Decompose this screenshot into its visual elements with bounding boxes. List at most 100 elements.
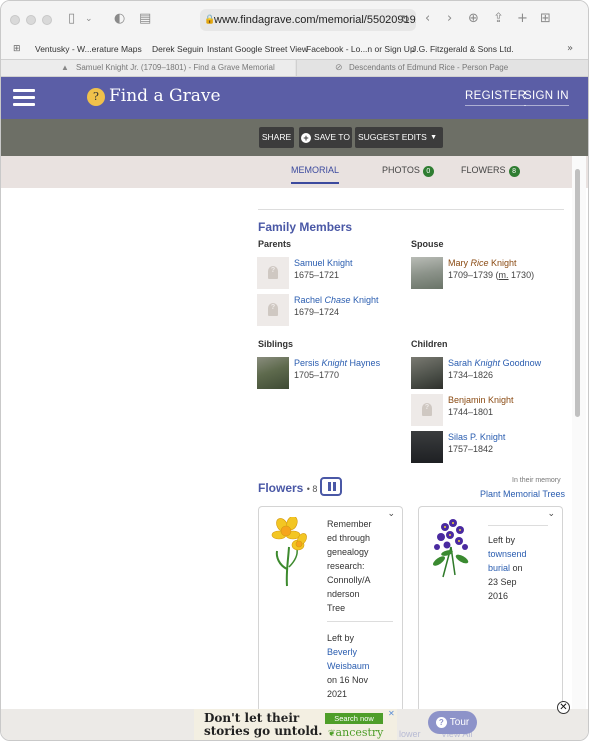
person-dates: 1679–1724	[294, 307, 340, 317]
reload-icon[interactable]: ↻	[401, 9, 410, 31]
bookmark-item[interactable]: Facebook - Lo...n or Sign Up	[306, 39, 415, 59]
person-dates: 1709–1739 (m. 1730)	[448, 270, 535, 280]
tab-flowers-label: FLOWERS	[461, 165, 506, 175]
memorial-action-bar: SHARE + SAVE TO SUGGEST EDITS ▼	[1, 119, 588, 156]
spouse-label: Spouse	[411, 239, 444, 249]
bookmark-item[interactable]: Ventusky - W...erature Maps	[35, 39, 142, 59]
tab-findagrave[interactable]: ▲ Samuel Knight Jr. (1709–1801) - Find a…	[1, 60, 295, 76]
bookmark-item[interactable]: J.G. Fitzgerald & Sons Ltd.	[412, 39, 514, 59]
children-label: Children	[411, 339, 448, 349]
bookmark-item[interactable]: Derek Seguin	[152, 39, 204, 59]
address-bar[interactable]: 🔒 www.findagrave.com/memorial/55020919/s…	[200, 9, 416, 31]
menu-icon[interactable]	[13, 89, 35, 107]
placeholder-photo-icon: ?	[411, 394, 443, 426]
tab-memorial[interactable]: MEMORIAL	[291, 165, 340, 184]
person-name[interactable]: Sarah Knight Goodnow	[448, 357, 541, 369]
favicon-icon: ▲	[61, 63, 69, 72]
flowers-title: Flowers • 8	[258, 481, 318, 495]
register-link[interactable]: REGISTER	[465, 90, 527, 106]
flowers-count: • 8	[306, 484, 318, 494]
flower-author-link[interactable]: Beverly	[327, 645, 401, 659]
caret-down-icon: ▼	[430, 134, 437, 141]
bookmark-item[interactable]: Instant Google Street View	[207, 39, 308, 59]
person-name[interactable]: Mary Rice Knight	[448, 257, 517, 269]
grave-photo	[257, 357, 289, 389]
save-to-button[interactable]: + SAVE TO	[299, 127, 352, 148]
privacy-shield-icon[interactable]: ◐	[114, 10, 125, 28]
person-name[interactable]: Benjamin Knight	[448, 394, 514, 406]
tab-title: Samuel Knight Jr. (1709–1801) - Find a G…	[76, 63, 275, 72]
browser-window: ▯ ⌄ ◐ ▤ 🔒 www.findagrave.com/memorial/55…	[0, 0, 589, 741]
grave-photo	[411, 431, 443, 463]
tab-photos-label: PHOTOS	[382, 165, 420, 175]
flower-message: Remember ed through genealogy research: …	[327, 519, 372, 613]
browser-toolbar: ▯ ⌄ ◐ ▤ 🔒 www.findagrave.com/memorial/55…	[1, 1, 588, 39]
scrollbar-thumb[interactable]	[575, 169, 580, 417]
forward-icon[interactable]: ›	[447, 10, 452, 28]
card-divider	[327, 621, 393, 622]
logo-text: Find a Grave	[109, 86, 221, 106]
person-name[interactable]: Rachel Chase Knight	[294, 294, 379, 306]
plant-trees-link[interactable]: Plant Memorial Trees	[480, 489, 565, 499]
memory-note: In their memory	[512, 477, 561, 484]
person-name[interactable]: Silas P. Knight	[448, 431, 505, 443]
tab-overview-icon[interactable]: ⊞	[540, 10, 551, 28]
siblings-label: Siblings	[258, 339, 294, 349]
suggest-edits-label: SUGGEST EDITS	[358, 132, 427, 142]
ad-headline: Don't let their stories go untold.	[204, 711, 323, 738]
grave-photo	[411, 357, 443, 389]
ad-close-icon[interactable]: ✕	[388, 709, 395, 718]
close-ad-button[interactable]: ✕	[557, 701, 570, 714]
new-tab-icon[interactable]: +	[517, 10, 528, 28]
sign-in-link[interactable]: SIGN IN	[524, 90, 569, 106]
back-icon[interactable]: ‹	[425, 10, 430, 28]
leaf-icon: ❦	[328, 729, 336, 739]
family-members-title: Family Members	[258, 220, 353, 234]
tab-edmund-rice[interactable]: ⊘ Descendants of Edmund Rice - Person Pa…	[296, 60, 588, 76]
section-divider	[258, 209, 564, 210]
flower-author-link[interactable]: Weisbaum	[327, 659, 401, 673]
tab-flowers[interactable]: FLOWERS 8	[461, 165, 520, 177]
grid-icon[interactable]: ⊞	[13, 39, 21, 59]
tab-photos[interactable]: PHOTOS 0	[382, 165, 434, 177]
person-dates: 1705–1770	[294, 370, 340, 380]
flower-attribution: Left by Beverly Weisbaum on 16 Nov 2021	[327, 631, 401, 701]
person-name[interactable]: Samuel Knight	[294, 257, 353, 269]
chevron-down-icon[interactable]: ⌄	[85, 10, 93, 28]
tour-button[interactable]: ? Tour	[428, 711, 477, 734]
flower-author-link[interactable]: burial	[488, 563, 510, 573]
violet-bouquet-icon	[433, 519, 469, 578]
more-bookmarks-icon[interactable]: »	[567, 39, 573, 59]
minimize-window-button[interactable]	[26, 15, 36, 25]
chevron-down-icon[interactable]: ⌄	[547, 509, 555, 519]
person-dates: 1675–1721	[294, 270, 340, 280]
card-divider	[488, 525, 548, 526]
faded-text: lower	[399, 729, 421, 739]
grave-photo	[411, 257, 443, 289]
share-button[interactable]: SHARE	[259, 127, 294, 148]
flower-card: ⌄ Left by townsend burial on 23 Sep 2016	[418, 506, 563, 709]
site-header: ? Find a Grave REGISTER SIGN IN	[1, 77, 588, 119]
share-icon[interactable]: ⇪	[493, 10, 504, 28]
close-window-button[interactable]	[10, 15, 20, 25]
reader-icon[interactable]: ▤	[139, 10, 151, 28]
zoom-window-button[interactable]	[42, 15, 52, 25]
bookmarks-bar: ⊞ Ventusky - W...erature Maps Derek Segu…	[1, 39, 588, 59]
flower-card: ⌄ Remember ed through genealogy research…	[258, 506, 403, 709]
placeholder-photo-icon: ?	[257, 257, 289, 289]
ad-search-now-button[interactable]: Search now	[325, 713, 383, 724]
browser-tab-bar: ▲ Samuel Knight Jr. (1709–1801) - Find a…	[1, 59, 588, 77]
flower-author-link[interactable]: townsend	[488, 547, 562, 561]
person-name[interactable]: Persis Knight Haynes	[294, 357, 380, 369]
suggest-edits-button[interactable]: SUGGEST EDITS ▼	[355, 127, 443, 148]
logo-mark-icon: ?	[87, 88, 105, 106]
download-icon[interactable]: ⊕	[468, 10, 479, 28]
site-logo[interactable]: ? Find a Grave	[87, 86, 221, 106]
flower-attribution: Left by townsend burial on 23 Sep 2016	[488, 533, 562, 603]
person-dates: 1757–1842	[448, 444, 494, 454]
sidebar-icon[interactable]: ▯	[68, 10, 75, 28]
memorial-tabs: MEMORIAL PHOTOS 0 FLOWERS 8	[1, 156, 588, 188]
pause-slideshow-button[interactable]	[320, 477, 342, 496]
daffodil-icon	[271, 517, 307, 587]
plus-icon: +	[301, 133, 312, 143]
